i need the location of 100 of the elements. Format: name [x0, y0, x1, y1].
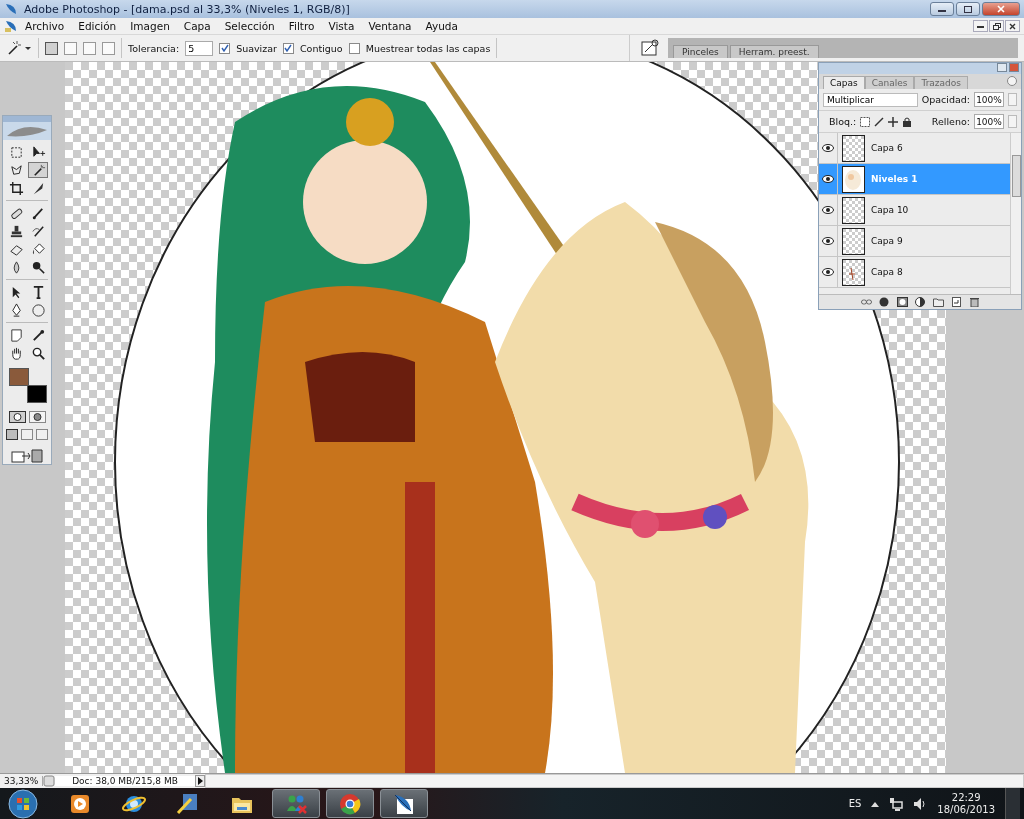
- screen-mode-button[interactable]: [36, 429, 48, 440]
- panel-tab[interactable]: Canales: [864, 76, 915, 89]
- layer-thumbnail: [842, 134, 865, 162]
- clock-time[interactable]: 22:29: [951, 791, 981, 804]
- zoom-icon: [30, 345, 46, 361]
- maximize-button[interactable]: [956, 2, 980, 16]
- link-icon[interactable]: [860, 297, 872, 307]
- opacity-field[interactable]: 100%: [974, 92, 1004, 107]
- visibility-toggle[interactable]: [819, 194, 838, 226]
- style-icon[interactable]: [878, 297, 890, 307]
- speaker-icon[interactable]: [913, 796, 928, 811]
- layer-name: Capa 8: [871, 267, 903, 277]
- brush-icon: [30, 223, 46, 239]
- network-icon[interactable]: [889, 796, 904, 811]
- panel-menu-button[interactable]: [1007, 76, 1017, 86]
- palette-tab[interactable]: Herram. preest.: [729, 45, 819, 58]
- selection-mode-button[interactable]: [45, 41, 58, 55]
- horizontal-scrollbar[interactable]: [205, 774, 1024, 788]
- minimize-button[interactable]: [930, 2, 954, 16]
- eye-icon: [822, 206, 834, 214]
- visibility-toggle[interactable]: [819, 133, 838, 164]
- jump-icon[interactable]: [10, 448, 44, 464]
- language-indicator[interactable]: ES: [848, 798, 862, 809]
- screen-mode-button[interactable]: [21, 429, 33, 440]
- checkbox[interactable]: [219, 42, 231, 54]
- feather-icon[interactable]: [4, 19, 18, 33]
- palette-icon[interactable]: [640, 39, 660, 57]
- lock-icon[interactable]: [902, 116, 913, 127]
- dodge-icon: [30, 259, 46, 275]
- new-layer-icon[interactable]: [950, 297, 962, 307]
- panel-tab[interactable]: Capas: [823, 76, 865, 89]
- selection-mode-button[interactable]: [102, 41, 115, 55]
- bucket-icon: [30, 241, 46, 257]
- vertical-scrollbar[interactable]: [1010, 133, 1021, 294]
- lasso-icon: [8, 162, 24, 178]
- foreground-color-swatch[interactable]: [9, 368, 29, 386]
- folder-icon[interactable]: [932, 297, 944, 307]
- palette-tab[interactable]: Pinceles: [673, 45, 728, 58]
- circle-icon: [32, 413, 42, 421]
- transparency-lock-icon[interactable]: [860, 116, 871, 127]
- mask-mode-button[interactable]: [8, 411, 26, 423]
- brush-icon: [30, 205, 46, 221]
- menu-item[interactable]: Vista: [321, 20, 362, 32]
- visibility-toggle[interactable]: [819, 225, 838, 257]
- start-button[interactable]: [8, 788, 38, 819]
- move-icon: [30, 144, 46, 160]
- layer-row[interactable]: Capa 6: [819, 133, 1010, 164]
- menu-item[interactable]: Ayuda: [418, 20, 465, 32]
- close-button[interactable]: [1005, 20, 1020, 32]
- layer-thumbnail: [842, 165, 865, 193]
- visibility-toggle[interactable]: [819, 256, 838, 288]
- maximize-icon: [964, 5, 972, 13]
- brush-icon[interactable]: [874, 116, 885, 127]
- layer-name: Niveles 1: [871, 174, 918, 184]
- menu-item[interactable]: Capa: [176, 20, 218, 32]
- trash-icon[interactable]: [968, 297, 980, 307]
- doc-size-text: Doc: 38,0 MB/215,8 MB: [55, 776, 195, 786]
- panel-tab[interactable]: Trazados: [914, 76, 968, 89]
- layer-row[interactable]: Capa 10: [819, 195, 1010, 226]
- adjustment-icon[interactable]: [914, 297, 926, 307]
- checkbox-label[interactable]: Muestrear todas las capas: [365, 42, 491, 54]
- visibility-toggle[interactable]: [819, 163, 838, 195]
- checkbox-label[interactable]: Contiguo: [300, 42, 343, 54]
- tolerance-field[interactable]: 5: [185, 40, 214, 56]
- restore-button[interactable]: [989, 20, 1004, 32]
- menu-item[interactable]: Archivo: [18, 20, 72, 32]
- checkbox[interactable]: [283, 42, 294, 54]
- feather-icon: [3, 122, 51, 140]
- selection-mode-button[interactable]: [83, 41, 96, 55]
- layer-row[interactable]: Capa 8: [819, 257, 1010, 288]
- mask-icon[interactable]: [896, 297, 908, 307]
- magic-wand-icon[interactable]: [6, 40, 32, 56]
- selection-mode-button[interactable]: [64, 41, 77, 55]
- menu-item[interactable]: Edición: [71, 20, 124, 32]
- clock-date[interactable]: 18/06/2013: [937, 803, 995, 816]
- menu-item[interactable]: Filtro: [281, 20, 322, 32]
- screen-mode-button[interactable]: [6, 429, 18, 440]
- taskbar-button[interactable]: [380, 789, 428, 818]
- checkbox[interactable]: [348, 42, 360, 54]
- caret-icon[interactable]: [871, 800, 880, 807]
- background-color-swatch[interactable]: [27, 385, 47, 403]
- checkbox-label[interactable]: Suavizar: [236, 42, 277, 54]
- note-icon: [8, 327, 24, 343]
- crop-icon: [8, 180, 24, 196]
- layer-row[interactable]: Capa 9: [819, 226, 1010, 257]
- blend-mode-dropdown[interactable]: Multiplicar: [823, 92, 918, 107]
- layer-thumbnail: [842, 196, 865, 224]
- fill-field[interactable]: 100%: [974, 114, 1004, 129]
- minimize-button[interactable]: [973, 20, 988, 32]
- eye-icon: [822, 268, 834, 276]
- move-icon[interactable]: [888, 116, 899, 127]
- eye-icon: [822, 237, 834, 245]
- restore-icon: [992, 22, 1001, 30]
- layer-name: Capa 6: [871, 143, 903, 153]
- menu-item[interactable]: Selección: [217, 20, 282, 32]
- status-menu-button[interactable]: [195, 775, 205, 787]
- menu-item[interactable]: Imagen: [123, 20, 177, 32]
- taskbar-button[interactable]: [326, 789, 374, 818]
- mask-mode-button[interactable]: [28, 411, 46, 423]
- menu-item[interactable]: Ventana: [361, 20, 419, 32]
